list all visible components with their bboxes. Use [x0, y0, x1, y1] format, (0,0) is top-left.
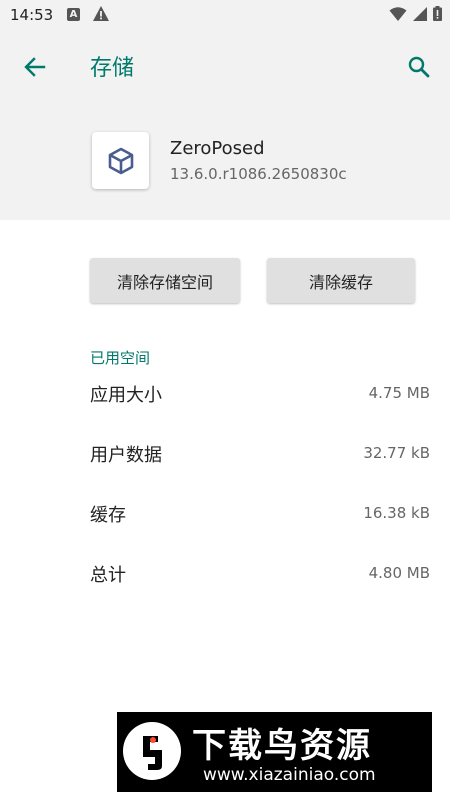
- row-value: 16.38 kB: [363, 504, 430, 522]
- row-value: 4.80 MB: [368, 564, 430, 582]
- row-label: 缓存: [90, 505, 126, 526]
- battery-icon: [433, 6, 442, 25]
- arrow-back-icon: [24, 57, 46, 77]
- back-button[interactable]: [20, 52, 50, 82]
- clear-cache-label: 清除缓存: [308, 272, 373, 292]
- status-time: 14:53: [10, 6, 54, 24]
- clear-cache-button[interactable]: 清除缓存: [267, 258, 415, 303]
- signal-icon: [413, 6, 427, 25]
- watermark-title: 下载鸟资源: [192, 726, 372, 766]
- row-label: 应用大小: [90, 385, 162, 406]
- storage-row-user-data: 用户数据 32.77 kB: [0, 441, 450, 481]
- storage-row-cache: 缓存 16.38 kB: [0, 501, 450, 541]
- cube-icon: [108, 147, 133, 174]
- section-title: 已用空间: [90, 349, 151, 367]
- watermark-url: www.xiazainiao.com: [203, 765, 376, 785]
- search-icon: [408, 56, 430, 78]
- wifi-icon: [389, 6, 407, 25]
- row-value: 32.77 kB: [363, 444, 430, 462]
- app-header: ZeroPosed 13.6.0.r1086.2650830c: [0, 104, 450, 220]
- storage-row-total: 总计 4.80 MB: [0, 561, 450, 601]
- search-button[interactable]: [404, 52, 434, 82]
- row-label: 总计: [90, 565, 126, 586]
- status-bar: 14:53 A: [0, 0, 450, 30]
- page-title: 存储: [90, 56, 135, 81]
- row-label: 用户数据: [90, 445, 162, 466]
- storage-row-app-size: 应用大小 4.75 MB: [0, 381, 450, 421]
- app-version: 13.6.0.r1086.2650830c: [170, 165, 347, 183]
- app-name: ZeroPosed: [170, 138, 265, 159]
- watermark-banner: 下载鸟资源 www.xiazainiao.com: [117, 712, 432, 792]
- clear-storage-label: 清除存储空间: [116, 272, 213, 292]
- row-value: 4.75 MB: [368, 384, 430, 402]
- app-icon: [92, 132, 149, 189]
- app-bar: 存储: [0, 30, 450, 104]
- warning-icon: [92, 5, 110, 26]
- clear-storage-button[interactable]: 清除存储空间: [90, 258, 240, 303]
- a-notification-icon: A: [67, 8, 80, 21]
- watermark-logo-icon: [122, 720, 182, 782]
